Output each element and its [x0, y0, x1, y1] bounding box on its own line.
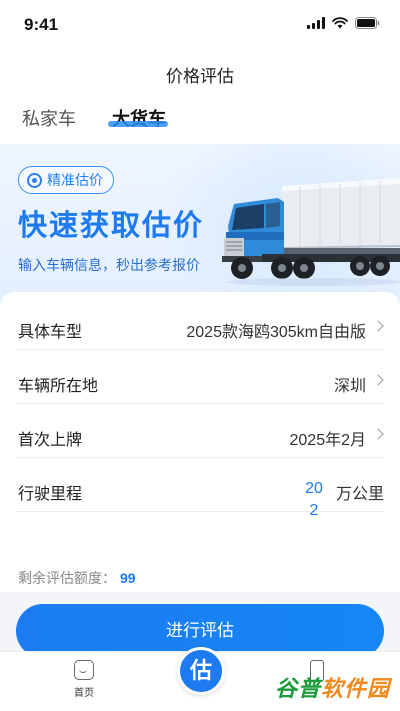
status-time: 9:41 [24, 15, 59, 34]
watermark-part2: 软件园 [320, 676, 390, 701]
registration-label: 首次上牌 [18, 432, 83, 449]
registration-row[interactable]: 首次上牌 2025年2月 [16, 404, 384, 458]
mileage-input[interactable]: 202 [302, 478, 326, 522]
model-row[interactable]: 具体车型 2025款海鸥305km自由版 [16, 296, 384, 350]
home-icon [74, 660, 94, 680]
mileage-label: 行驶里程 [18, 486, 83, 503]
quota-value: 99 [120, 570, 136, 586]
chevron-right-icon [372, 428, 384, 440]
home-label: 首页 [74, 688, 94, 699]
cellular-signal-icon [307, 17, 325, 29]
banner-title: 快速获取估价 [18, 210, 205, 242]
model-value: 2025款海鸥305km自由版 [186, 324, 366, 341]
truck-illustration [222, 178, 400, 286]
location-label: 车辆所在地 [18, 378, 99, 395]
hero-banner: 精准估价 快速获取估价 输入车辆信息，秒出参考报价 [0, 144, 400, 314]
target-icon [27, 172, 42, 188]
battery-icon [355, 17, 380, 29]
vehicle-type-tabs: 私家车 大货车 [0, 96, 400, 144]
precise-estimate-badge: 精准估价 [18, 166, 114, 194]
chevron-right-icon [372, 374, 384, 386]
estimate-center-button[interactable]: 估 [177, 647, 225, 695]
wifi-icon [332, 17, 348, 29]
nav-bar: 价格评估 [0, 46, 400, 96]
page-title: 价格评估 [166, 67, 234, 86]
banner-subtitle: 输入车辆信息，秒出参考报价 [18, 257, 200, 273]
registration-value: 2025年2月 [289, 432, 367, 449]
tab-home[interactable]: 首页 [62, 660, 106, 699]
watermark-logo: 谷普软件园 [275, 671, 390, 703]
quota-label: 剩余评估额度： [18, 570, 116, 586]
tab-truck[interactable]: 大货车 [112, 105, 166, 131]
active-tab-indicator [108, 121, 168, 127]
watermark-part1: 谷普 [274, 676, 321, 701]
chevron-right-icon [372, 320, 384, 332]
status-icons [307, 17, 380, 29]
badge-label: 精准估价 [47, 172, 103, 188]
tab-private-car[interactable]: 私家车 [22, 105, 76, 131]
mileage-row: 行驶里程 202 万公里 [16, 458, 384, 519]
status-bar: 9:41 [0, 0, 400, 46]
vehicle-info-form: 具体车型 2025款海鸥305km自由版 车辆所在地 深圳 首次上牌 2025年… [0, 292, 400, 592]
model-label: 具体车型 [18, 324, 83, 341]
location-value: 深圳 [333, 378, 366, 395]
remaining-quota: 剩余评估额度： 99 [18, 568, 136, 588]
mileage-unit: 万公里 [335, 486, 384, 503]
location-row[interactable]: 车辆所在地 深圳 [16, 350, 384, 404]
